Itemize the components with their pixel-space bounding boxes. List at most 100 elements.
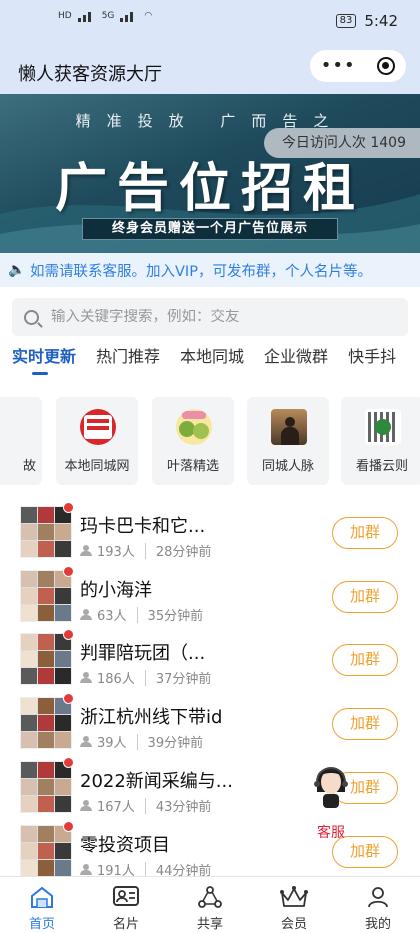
- group-avatar: [20, 506, 72, 558]
- members-icon: [80, 545, 94, 556]
- top-bar: HD 5G ◠ 83 5:42 懒人获客资源大厅 •••: [0, 0, 420, 94]
- red-dot-badge: [63, 693, 74, 704]
- status-left: HD 5G ◠: [58, 10, 152, 22]
- fruit-icon: [176, 409, 212, 445]
- group-row[interactable]: 玛卡巴卡和它... 193人 28分钟前 加群: [0, 502, 420, 570]
- nav-label: 共享: [196, 917, 223, 932]
- crown-icon: [280, 886, 308, 907]
- notice-bar[interactable]: 🔈 如需请联系客服。加入VIP，可发布群，个人名片等。: [0, 253, 420, 287]
- nav-label: 名片: [112, 917, 139, 932]
- tab-enterprise[interactable]: 企业微群: [252, 344, 336, 378]
- signal-4g-icon: [77, 10, 96, 22]
- tab-realtime[interactable]: 实时更新: [0, 344, 84, 378]
- share-icon: [198, 886, 222, 908]
- group-avatar: [20, 825, 72, 877]
- red-dot-badge: [63, 757, 74, 768]
- close-miniapp-icon[interactable]: [377, 57, 396, 75]
- group-row[interactable]: 判罪陪玩团（... 186人 37分钟前 加群: [0, 629, 420, 697]
- group-avatar: [20, 570, 72, 622]
- join-group-button[interactable]: 加群: [332, 644, 398, 676]
- group-meta: 63人 35分钟前: [80, 605, 203, 624]
- group-name: 2022新闻采编与...: [80, 771, 233, 792]
- qr-icon: [365, 409, 401, 445]
- nav-card[interactable]: 名片: [84, 877, 168, 933]
- member-count: 63人: [97, 609, 127, 624]
- tab-local[interactable]: 本地同城: [168, 344, 252, 378]
- status-right: 83 5:42: [335, 12, 398, 30]
- member-count: 167人: [97, 800, 135, 815]
- group-avatar: [20, 697, 72, 749]
- clock: 5:42: [364, 12, 398, 30]
- nav-mine[interactable]: 我的: [336, 877, 420, 933]
- group-meta: 39人 39分钟前: [80, 732, 203, 751]
- notice-text: 如需请联系客服。加入VIP，可发布群，个人名片等。: [30, 263, 372, 280]
- members-icon: [80, 800, 94, 811]
- customer-service-button[interactable]: 客服: [302, 758, 360, 841]
- members-icon: [80, 672, 94, 683]
- group-name: 玛卡巴卡和它...: [80, 516, 206, 537]
- category-label: 本地同城网: [64, 459, 130, 474]
- red-dot-badge: [63, 821, 74, 832]
- group-name: 的小海洋: [80, 580, 152, 601]
- meta-divider: [144, 669, 146, 686]
- search-bar[interactable]: [12, 298, 408, 336]
- speaker-icon: 🔈: [8, 262, 26, 278]
- category-card-qr[interactable]: 看播云则: [341, 397, 420, 485]
- members-icon: [80, 864, 94, 875]
- user-icon: [368, 887, 388, 908]
- red-dot-badge: [63, 502, 74, 513]
- category-card-people[interactable]: 同城人脉: [247, 397, 329, 485]
- category-label: 叶落精选: [166, 459, 219, 474]
- group-name: 零投资项目: [80, 835, 170, 856]
- banner-headline: 广告位招租: [54, 158, 365, 219]
- nav-label: 会员: [280, 917, 307, 932]
- category-label: 故: [22, 459, 36, 474]
- customer-service-label: 客服: [317, 825, 345, 841]
- join-group-button[interactable]: 加群: [332, 581, 398, 613]
- meta-divider: [144, 797, 146, 814]
- update-time: 37分钟前: [155, 672, 212, 687]
- group-meta: 186人 37分钟前: [80, 668, 211, 687]
- group-avatar: [20, 633, 72, 685]
- update-time: 43分钟前: [155, 800, 212, 815]
- bottom-nav: 首页 名片 共享 会员 我的: [0, 876, 420, 933]
- nav-home[interactable]: 首页: [0, 877, 84, 933]
- tab-kuaishou-douyin[interactable]: 快手抖: [336, 344, 404, 378]
- miniapp-capsule: •••: [310, 50, 406, 82]
- hd-label: HD: [58, 11, 72, 21]
- join-group-button[interactable]: 加群: [332, 517, 398, 549]
- search-icon: [24, 309, 39, 325]
- group-row[interactable]: 的小海洋 63人 35分钟前 加群: [0, 566, 420, 634]
- group-name: 判罪陪玩团（...: [80, 643, 206, 664]
- network-5g-label: 5G: [101, 11, 115, 21]
- red-dot-badge: [63, 629, 74, 640]
- group-meta: 167人 43分钟前: [80, 796, 211, 815]
- member-count: 193人: [97, 545, 135, 560]
- category-card-local-city[interactable]: 本地同城网: [56, 397, 138, 485]
- ad-banner[interactable]: 精准投放 广而告之 今日访问人次 1409 广告位招租 终身会员赠送一个月广告位…: [0, 94, 420, 253]
- nav-share[interactable]: 共享: [168, 877, 252, 933]
- tab-hot[interactable]: 热门推荐: [84, 344, 168, 378]
- update-time: 39分钟前: [147, 736, 204, 751]
- search-input[interactable]: [51, 309, 371, 325]
- group-name: 浙江杭州线下带id: [80, 707, 223, 728]
- category-card-yeluo[interactable]: 叶落精选: [152, 397, 234, 485]
- group-avatar: [20, 761, 72, 813]
- join-group-button[interactable]: 加群: [332, 708, 398, 740]
- battery-icon: 83: [335, 14, 357, 28]
- update-time: 28分钟前: [155, 545, 212, 560]
- category-tabs: 实时更新 热门推荐 本地同城 企业微群 快手抖: [0, 344, 420, 378]
- member-count: 39人: [97, 736, 127, 751]
- signal-5g-icon: [120, 10, 138, 22]
- nav-member[interactable]: 会员: [252, 877, 336, 933]
- meta-divider: [136, 606, 138, 623]
- banner-subline: 终身会员赠送一个月广告位展示: [82, 218, 338, 240]
- category-cards: 故 本地同城网 叶落精选 同城人脉 看播云则: [0, 397, 420, 487]
- members-icon: [80, 609, 94, 620]
- group-row[interactable]: 浙江杭州线下带id 39人 39分钟前 加群: [0, 693, 420, 761]
- card-icon: [113, 886, 139, 906]
- home-icon: [31, 886, 53, 908]
- more-icon[interactable]: •••: [321, 57, 356, 75]
- members-icon: [80, 736, 94, 747]
- category-card-partial[interactable]: 故: [0, 397, 42, 485]
